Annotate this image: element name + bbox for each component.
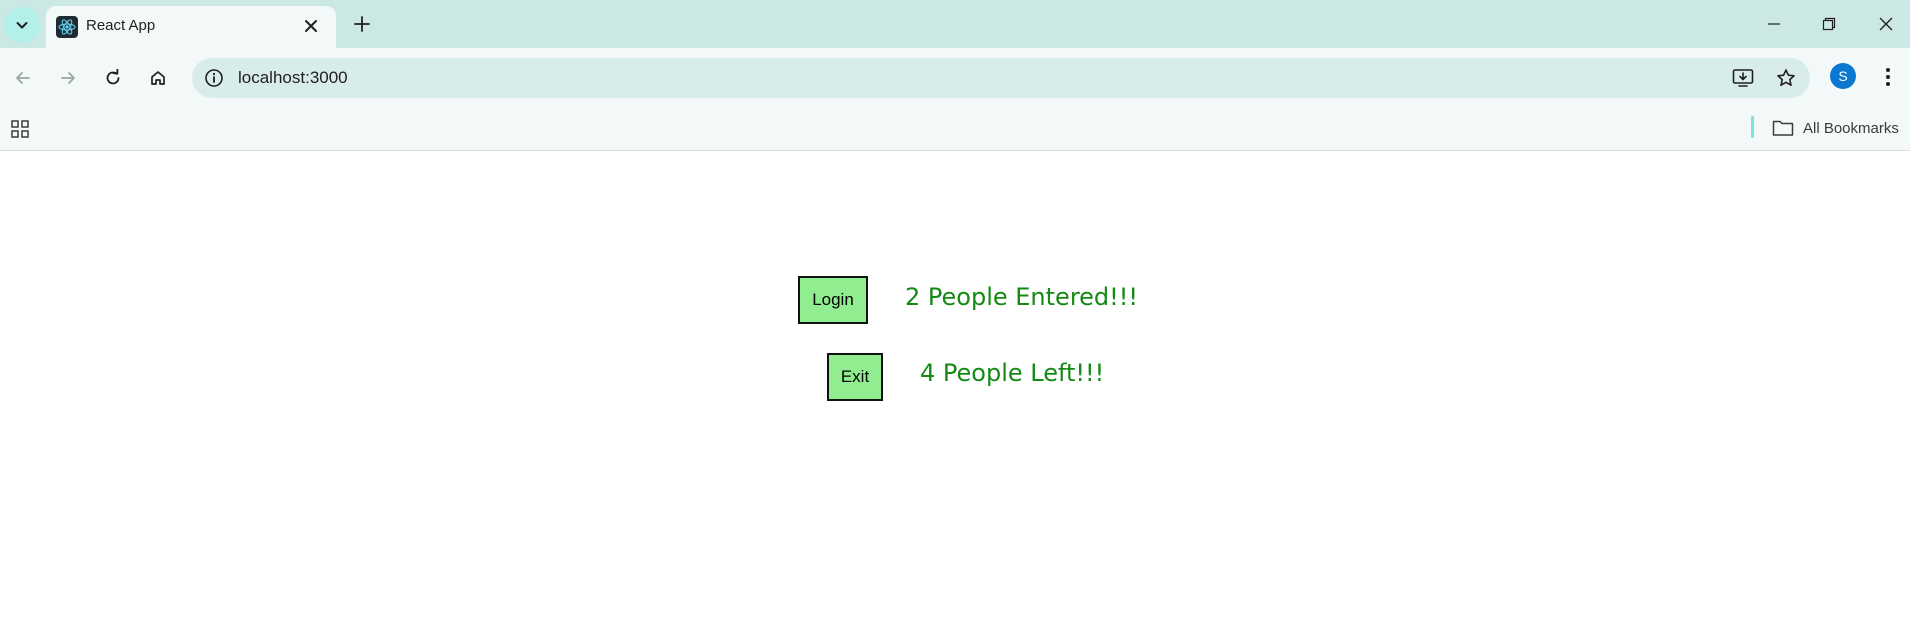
restore-button[interactable] [1815,10,1843,38]
tab-search-button[interactable] [4,7,40,43]
forward-button[interactable] [52,62,84,94]
tab-title: React App [86,17,156,34]
folder-icon [1772,120,1794,136]
address-url[interactable]: localhost:3000 [238,68,348,88]
reload-icon [106,69,120,85]
close-icon [1879,17,1893,31]
react-logo-icon [56,16,78,38]
left-count-message: 4 People Left!!! [920,359,1105,387]
tab-react-app[interactable]: React App [46,6,336,48]
entered-count-message: 2 People Entered!!! [905,283,1139,311]
arrow-left-icon [16,72,30,84]
address-bar[interactable]: localhost:3000 [192,58,1810,98]
minimize-button[interactable] [1760,10,1788,38]
restore-icon [1822,17,1836,31]
more-vertical-icon [1886,68,1890,86]
reload-button[interactable] [97,62,129,94]
home-button[interactable] [142,62,174,94]
home-icon [151,71,165,85]
all-bookmarks-label: All Bookmarks [1803,119,1899,137]
minimize-icon [1768,23,1780,25]
plus-icon [354,16,370,32]
tab-strip: React App [0,0,1910,48]
bookmark-star-icon[interactable] [1773,66,1799,90]
apps-grid-icon[interactable] [8,117,32,141]
site-info-icon[interactable] [202,66,226,90]
arrow-right-icon [61,72,75,84]
all-bookmarks-button[interactable]: All Bookmarks [1772,116,1899,140]
browser-toolbar: localhost:3000 S [0,48,1910,108]
bookmarks-bar: All Bookmarks [0,108,1910,151]
close-window-button[interactable] [1872,10,1900,38]
more-menu-button[interactable] [1874,62,1902,92]
page-content: Login 2 People Entered!!! Exit 4 People … [0,151,1910,630]
bookmarks-separator [1751,116,1754,138]
back-button[interactable] [7,62,39,94]
install-app-icon[interactable] [1730,66,1756,90]
profile-avatar[interactable]: S [1830,63,1856,89]
login-button[interactable]: Login [798,276,868,324]
exit-button[interactable]: Exit [827,353,883,401]
new-tab-button[interactable] [350,12,374,36]
close-tab-icon[interactable] [300,15,322,37]
chevron-down-icon [16,22,28,29]
